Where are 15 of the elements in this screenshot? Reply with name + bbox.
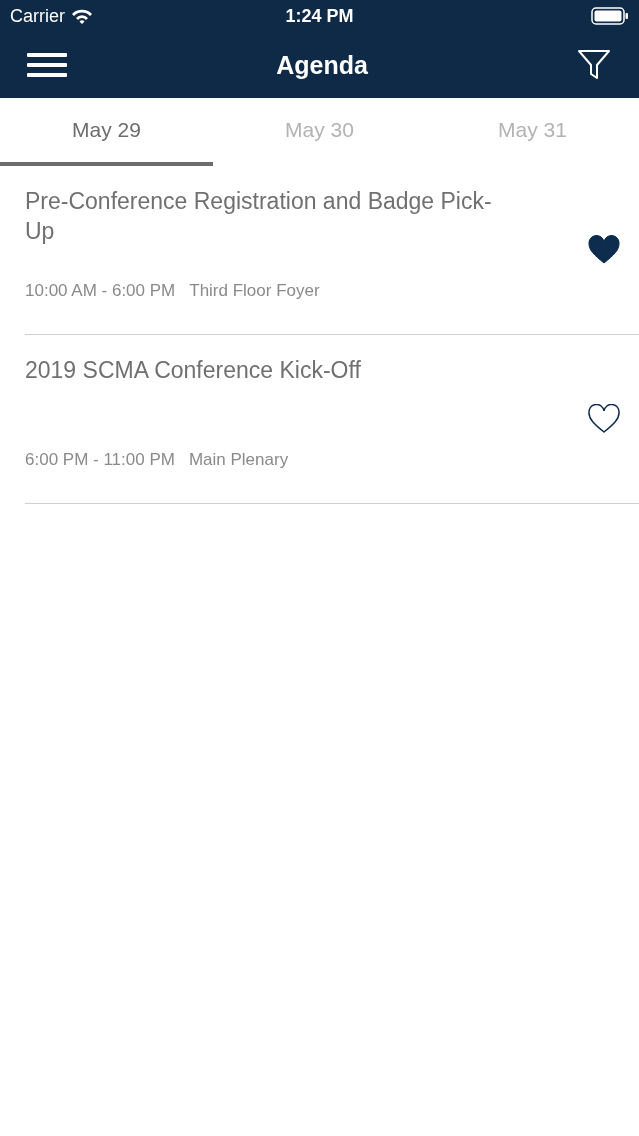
heart-outline-icon[interactable] <box>587 404 621 434</box>
wifi-icon <box>71 8 93 24</box>
page-title: Agenda <box>276 50 368 80</box>
session-time: 6:00 PM - 11:00 PM <box>25 449 175 470</box>
session-location: Main Plenary <box>188 449 289 470</box>
battery-icon <box>591 7 629 25</box>
session-title[interactable]: 2019 SCMA Conference Kick-Off <box>25 354 515 385</box>
status-time: 1:24 PM <box>285 5 354 27</box>
filled-heart-icon[interactable] <box>587 235 621 265</box>
session-title[interactable]: Pre-Conference Registration and Badge Pick-Up <box>25 185 515 246</box>
menu-icon[interactable] <box>27 52 67 78</box>
session-location: Third Floor Foyer <box>189 280 320 301</box>
carrier-label: Carrier <box>10 5 65 27</box>
session-time: 10:00 AM - 6:00 PM <box>25 280 176 301</box>
filter-icon[interactable] <box>577 49 611 81</box>
